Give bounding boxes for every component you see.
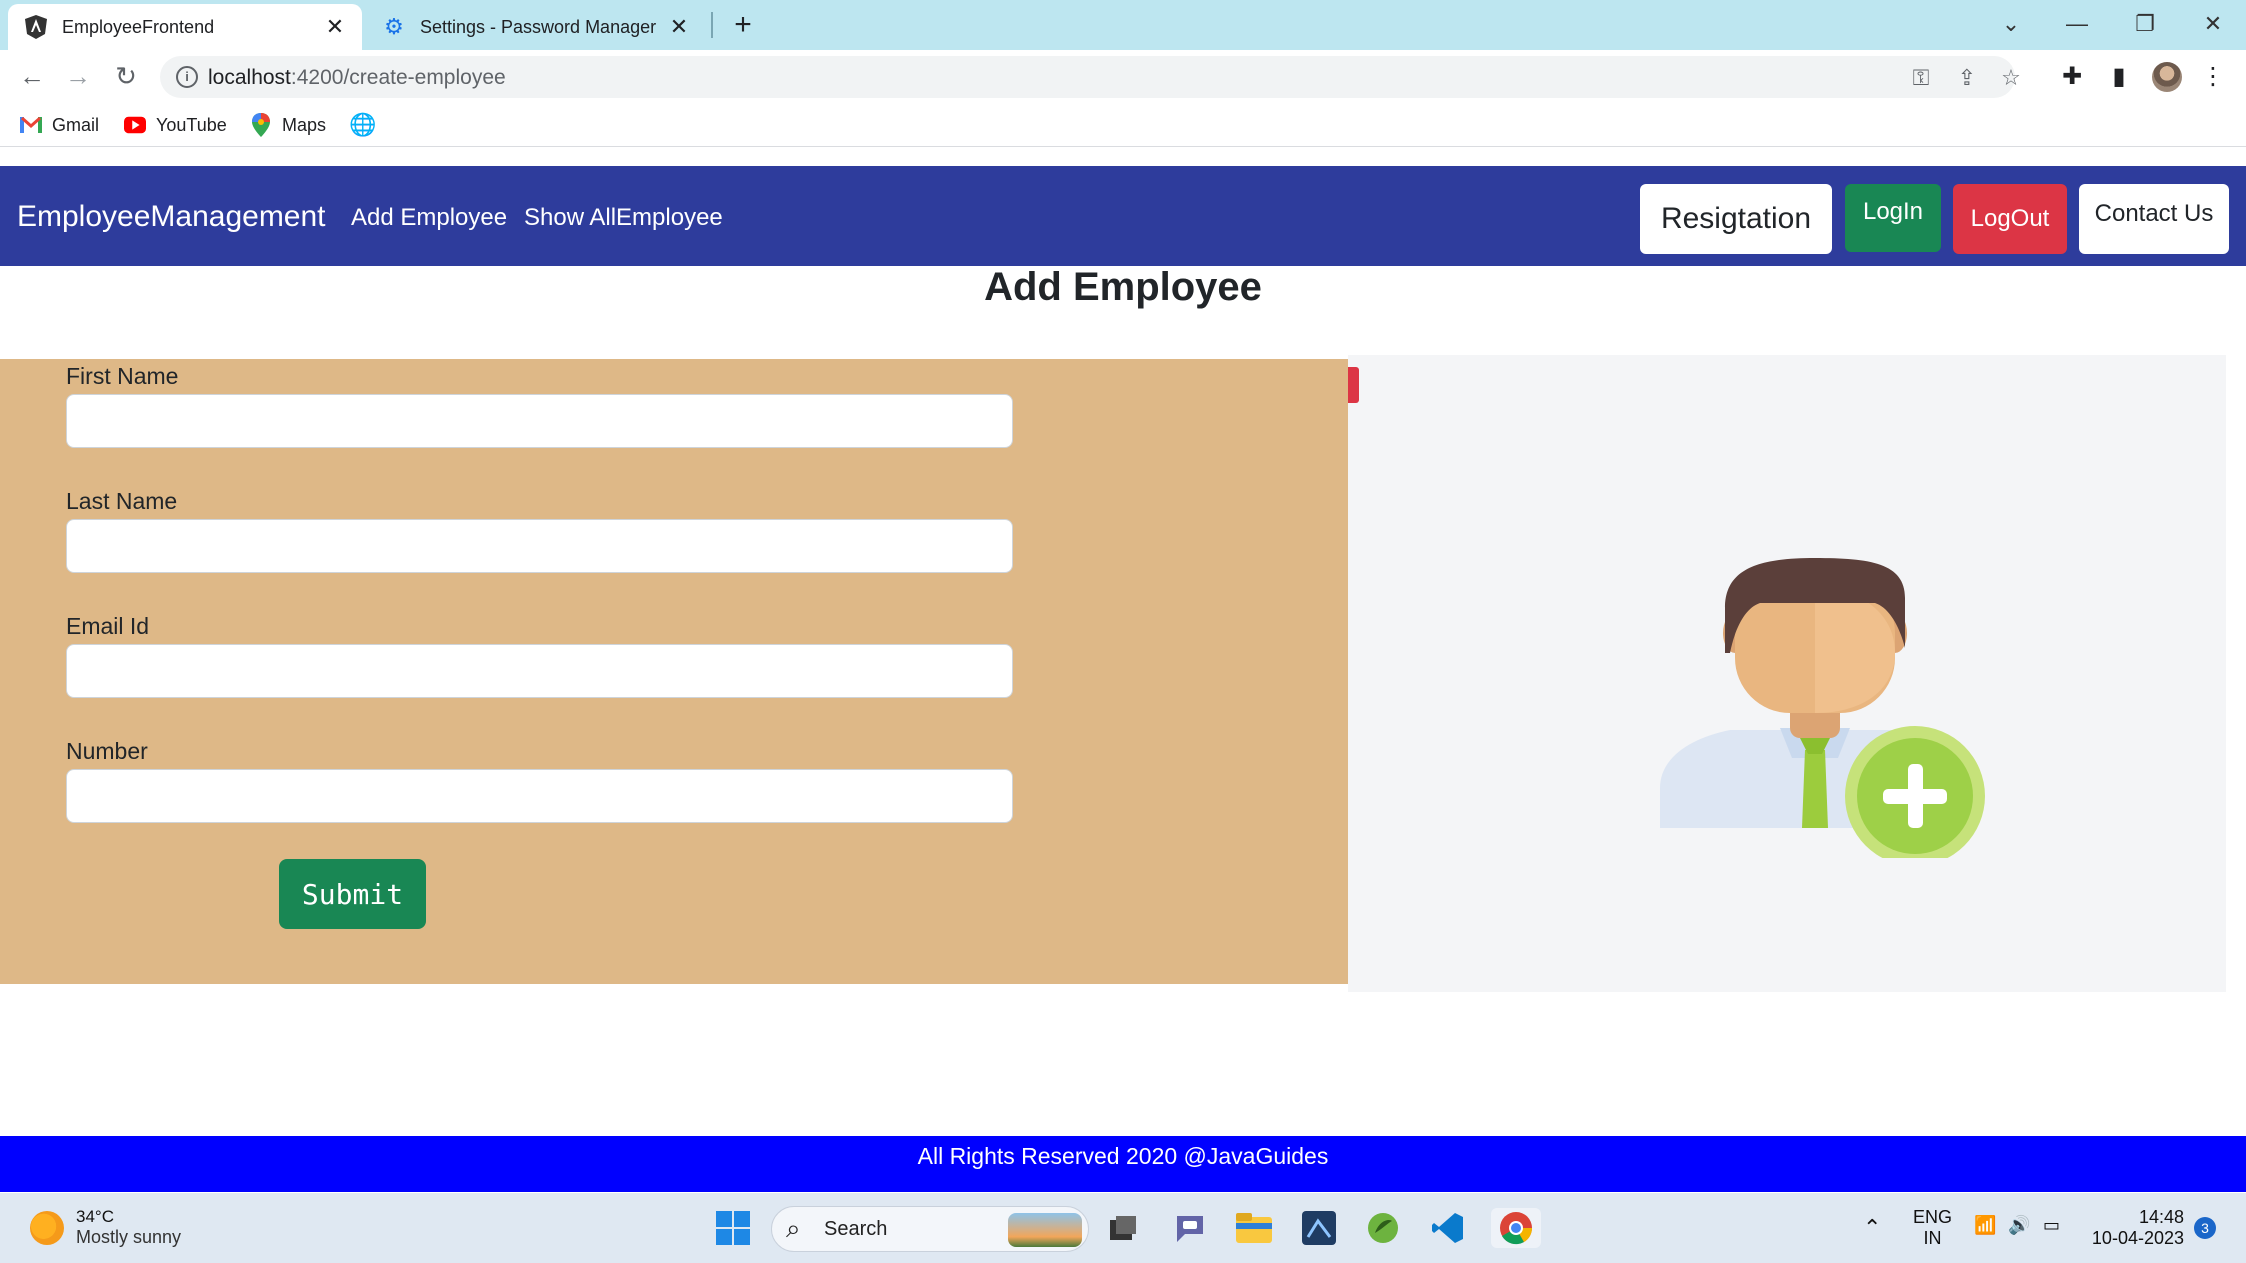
spring-tool-icon[interactable] bbox=[1363, 1208, 1403, 1248]
clock-time: 14:48 bbox=[2138, 1207, 2184, 1227]
bookmark-label: YouTube bbox=[156, 114, 227, 135]
close-tab-icon[interactable]: ✕ bbox=[324, 14, 346, 40]
bookmark-label: Gmail bbox=[52, 114, 100, 135]
clock[interactable]: 14:48 10-04-2023 bbox=[2090, 1207, 2184, 1249]
profile-avatar[interactable] bbox=[2152, 62, 2182, 92]
contact-us-button[interactable]: Contact Us bbox=[2079, 184, 2229, 254]
navbar-brand[interactable]: EmployeeManagement bbox=[17, 200, 326, 234]
tab-employee-frontend[interactable]: EmployeeFrontend ✕ bbox=[8, 4, 362, 50]
number-input[interactable] bbox=[66, 769, 1013, 823]
battery-icon[interactable]: ▭ bbox=[2043, 1215, 2060, 1236]
taskbar-search-label: Search bbox=[824, 1218, 888, 1240]
browser-toolbar: ← → ↻ i localhost:4200/create-employee ⚿… bbox=[0, 50, 2246, 103]
show-hidden-icons[interactable]: ⌃ bbox=[1863, 1215, 1881, 1241]
search-highlight-image bbox=[1008, 1213, 1082, 1247]
wifi-icon[interactable]: 📶 bbox=[1974, 1215, 1996, 1236]
back-icon[interactable]: ← bbox=[16, 60, 48, 92]
globe-icon: 🌐 bbox=[349, 112, 377, 137]
tab-search-icon[interactable]: ⌄ bbox=[1988, 4, 2034, 44]
page-footer: All Rights Reserved 2020 @JavaGuides bbox=[0, 1136, 2246, 1192]
windows-start-icon[interactable] bbox=[713, 1208, 753, 1248]
web-page: EmployeeManagement Add Employee Show All… bbox=[0, 148, 2246, 1193]
dev-tool-icon[interactable] bbox=[1299, 1208, 1339, 1248]
task-view-icon[interactable] bbox=[1103, 1208, 1143, 1248]
nav-link-add-employee[interactable]: Add Employee bbox=[351, 204, 507, 232]
bookmark-gmail[interactable]: Gmail bbox=[20, 111, 99, 139]
search-icon: ⌕ bbox=[786, 1213, 801, 1243]
windows-taskbar: 34°C Mostly sunny ⌕ Search ⌃ ENG IN 📶 🔊 … bbox=[0, 1193, 2246, 1263]
vscode-icon[interactable] bbox=[1428, 1208, 1468, 1248]
menu-kebab-icon[interactable]: ⋮ bbox=[2198, 62, 2228, 92]
share-icon[interactable]: ⇪ bbox=[1954, 65, 1980, 91]
bookmark-globe[interactable]: 🌐 bbox=[349, 111, 384, 139]
logout-button[interactable]: LogOut bbox=[1953, 184, 2067, 254]
first-name-input[interactable] bbox=[66, 394, 1013, 448]
maps-icon bbox=[250, 113, 272, 137]
nav-link-show-all-employee[interactable]: Show AllEmployee bbox=[524, 204, 723, 232]
number-label: Number bbox=[66, 738, 148, 764]
add-user-illustration bbox=[1650, 558, 1990, 866]
gear-icon: ⚙ bbox=[384, 14, 404, 39]
tab-separator bbox=[711, 12, 713, 38]
forward-icon[interactable]: → bbox=[62, 60, 94, 92]
file-explorer-icon[interactable] bbox=[1234, 1208, 1274, 1248]
teams-chat-icon[interactable] bbox=[1170, 1208, 1210, 1248]
last-name-input[interactable] bbox=[66, 519, 1013, 573]
clock-date: 10-04-2023 bbox=[2091, 1228, 2184, 1248]
side-panel-icon[interactable]: ▮ bbox=[2104, 62, 2134, 92]
key-icon[interactable]: ⚿ bbox=[1908, 65, 1934, 91]
app-navbar: EmployeeManagement Add Employee Show All… bbox=[0, 166, 2246, 266]
gmail-icon bbox=[20, 114, 42, 136]
first-name-label: First Name bbox=[66, 363, 179, 389]
close-tab-icon[interactable]: ✕ bbox=[668, 14, 690, 40]
bookmark-youtube[interactable]: YouTube bbox=[124, 111, 227, 139]
volume-icon[interactable]: 🔊 bbox=[2008, 1215, 2030, 1236]
tab-settings-password-manager[interactable]: ⚙ Settings - Password Manager ✕ bbox=[366, 4, 706, 50]
page-title: Add Employee bbox=[984, 265, 1262, 309]
bookmarks-bar: Gmail YouTube Maps 🌐 bbox=[0, 103, 2246, 147]
taskbar-search[interactable]: ⌕ Search bbox=[771, 1206, 1089, 1252]
email-id-label: Email Id bbox=[66, 613, 150, 639]
bookmark-label: Maps bbox=[282, 114, 327, 135]
youtube-icon bbox=[124, 114, 146, 136]
language-label: ENG bbox=[1913, 1207, 1953, 1227]
registration-button[interactable]: Resigtation bbox=[1640, 184, 1832, 254]
region-label: IN bbox=[1923, 1228, 1942, 1248]
weather-desc: Mostly sunny bbox=[76, 1227, 182, 1247]
minimize-icon[interactable]: — bbox=[2054, 4, 2100, 44]
email-id-input[interactable] bbox=[66, 644, 1013, 698]
tab-title: Settings - Password Manager bbox=[420, 16, 657, 37]
weather-temp: 34°C bbox=[76, 1207, 114, 1226]
reload-icon[interactable]: ↻ bbox=[110, 60, 142, 92]
tab-title: EmployeeFrontend bbox=[62, 16, 215, 37]
notification-badge[interactable]: 3 bbox=[2194, 1217, 2216, 1239]
restore-icon[interactable]: ❐ bbox=[2122, 4, 2168, 44]
bookmark-maps[interactable]: Maps bbox=[250, 111, 326, 139]
site-info-icon[interactable]: i bbox=[176, 66, 198, 88]
submit-button[interactable]: Submit bbox=[279, 859, 426, 929]
extensions-icon[interactable]: ✚ bbox=[2057, 62, 2087, 92]
last-name-label: Last Name bbox=[66, 488, 178, 514]
red-marker bbox=[1348, 367, 1359, 403]
login-button[interactable]: LogIn bbox=[1845, 184, 1941, 252]
employee-form: First Name Last Name Email Id Number bbox=[0, 359, 1348, 984]
language-indicator[interactable]: ENG IN bbox=[1913, 1207, 1952, 1249]
new-tab-icon[interactable]: + bbox=[730, 8, 756, 42]
angular-icon bbox=[24, 15, 48, 39]
weather-widget[interactable]: 34°C Mostly sunny bbox=[30, 1207, 181, 1248]
browser-tab-bar: EmployeeFrontend ✕ ⚙ Settings - Password… bbox=[0, 0, 2246, 50]
window-close-icon[interactable]: ✕ bbox=[2190, 4, 2236, 44]
url-text[interactable]: localhost:4200/create-employee bbox=[208, 66, 506, 90]
address-bar[interactable]: i localhost:4200/create-employee ⚿ ⇪ ☆ bbox=[160, 56, 2021, 98]
weather-sun-icon bbox=[30, 1210, 64, 1245]
bookmark-star-icon[interactable]: ☆ bbox=[1998, 65, 2024, 91]
chrome-icon[interactable] bbox=[1491, 1208, 1541, 1248]
